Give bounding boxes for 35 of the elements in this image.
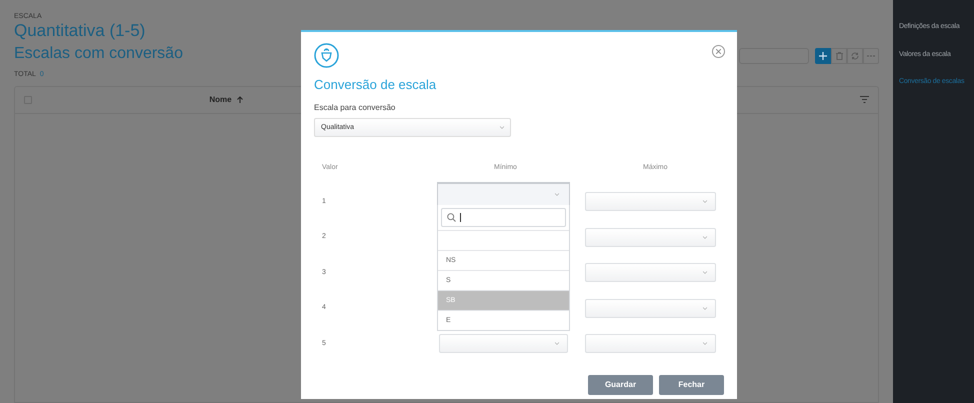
refresh-button[interactable] xyxy=(847,48,863,64)
maximum-select[interactable] xyxy=(585,228,716,247)
dialog-title: Conversão de escala xyxy=(314,77,438,93)
close-icon xyxy=(716,49,721,54)
filter-icon[interactable] xyxy=(860,96,869,103)
close-button[interactable] xyxy=(712,45,725,58)
chevron-down-icon xyxy=(555,193,559,196)
minimum-select[interactable] xyxy=(439,334,568,354)
chevron-down-icon xyxy=(703,306,707,310)
scale-logo-icon xyxy=(314,43,339,68)
dialog-button[interactable]: Guardar xyxy=(588,374,653,394)
search-icon xyxy=(447,213,456,222)
add-button[interactable] xyxy=(815,48,831,64)
plus-icon xyxy=(819,52,827,60)
chevron-down-icon xyxy=(500,126,504,129)
refresh-icon xyxy=(851,52,859,60)
maximum-select[interactable] xyxy=(585,334,716,354)
chevron-down-icon xyxy=(703,200,707,204)
maximum-select[interactable] xyxy=(585,192,716,212)
text-cursor xyxy=(460,213,461,222)
page-subtitle: Escalas com conversão xyxy=(14,44,183,64)
trash-icon xyxy=(836,52,842,60)
more-button[interactable] xyxy=(863,48,879,64)
chevron-down-icon xyxy=(703,271,707,274)
maximum-select[interactable] xyxy=(585,263,716,282)
page-title: Quantitativa (1-5) xyxy=(14,21,146,41)
dialog-button[interactable]: Fechar xyxy=(659,374,724,394)
minimum-select[interactable] xyxy=(437,182,570,206)
column-header[interactable]: Nome xyxy=(209,94,243,106)
chevron-down-icon xyxy=(703,236,707,239)
chevron-down-icon xyxy=(703,342,707,346)
field-label: Escala para conversão xyxy=(314,102,396,114)
chevron-down-icon xyxy=(555,342,559,346)
dropdown-search-field[interactable] xyxy=(441,208,566,228)
maximum-select[interactable] xyxy=(585,298,716,318)
